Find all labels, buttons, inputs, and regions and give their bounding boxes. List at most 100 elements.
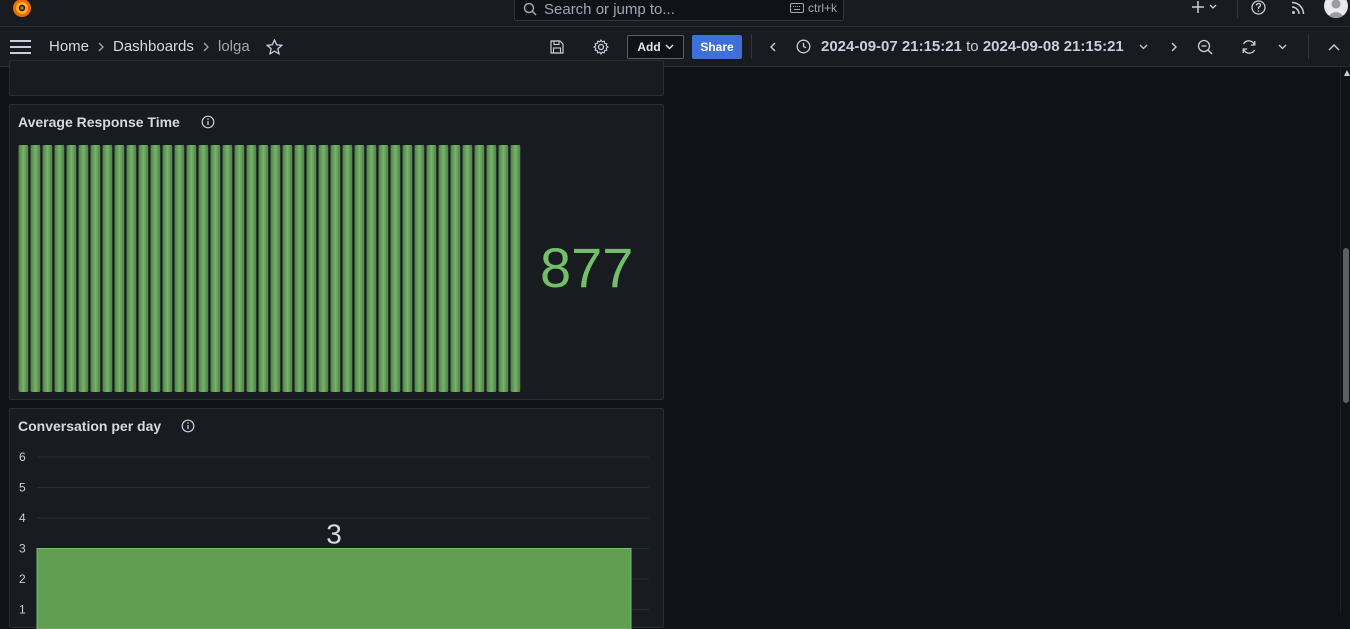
clock-icon <box>796 39 811 54</box>
help-icon[interactable] <box>1251 0 1266 15</box>
stat-bar <box>367 145 377 392</box>
info-icon[interactable] <box>201 115 215 129</box>
stat-bar <box>235 145 245 392</box>
share-button[interactable]: Share <box>692 35 742 59</box>
stat-bar <box>283 145 293 392</box>
chevron-down-icon <box>1139 44 1148 50</box>
time-to: 2024-09-08 21:15:21 <box>983 38 1124 55</box>
stat-bar <box>115 145 125 392</box>
chevron-right-icon <box>97 42 105 52</box>
panel-average-response-time: Average Response Time 877 <box>9 104 664 400</box>
stat-bar-gauge <box>18 145 522 392</box>
search-shortcut: ctrl+k <box>790 1 837 15</box>
star-icon[interactable] <box>266 39 283 55</box>
stat-value: 877 <box>540 235 633 300</box>
stat-bar <box>403 145 413 392</box>
panel-previous <box>9 60 664 96</box>
settings-gear-icon[interactable] <box>593 39 609 55</box>
time-back-chevron-icon[interactable] <box>769 42 777 52</box>
user-avatar[interactable] <box>1324 0 1348 18</box>
collapse-chevron-up-icon[interactable] <box>1328 43 1340 51</box>
stat-bar <box>259 145 269 392</box>
stat-bar <box>199 145 209 392</box>
save-icon[interactable] <box>550 40 564 54</box>
stat-bar <box>391 145 401 392</box>
stat-bar <box>295 145 305 392</box>
stat-bar <box>331 145 341 392</box>
grafana-logo-icon[interactable] <box>10 0 34 20</box>
chevron-down-icon <box>665 44 674 50</box>
divider <box>1237 0 1238 18</box>
add-button[interactable]: Add <box>627 35 684 59</box>
stat-bar <box>139 145 149 392</box>
stat-bar <box>499 145 509 392</box>
y-tick-label: 5 <box>19 481 26 495</box>
stat-bar <box>67 145 77 392</box>
divider <box>1308 34 1309 59</box>
time-from: 2024-09-07 21:15:21 <box>821 38 962 55</box>
stat-bar <box>187 145 197 392</box>
top-bar: Search or jump to... ctrl+k <box>0 0 1350 27</box>
search-placeholder: Search or jump to... <box>544 1 675 18</box>
menu-icon[interactable] <box>10 40 31 54</box>
stat-bar <box>175 145 185 392</box>
refresh-icon[interactable] <box>1241 39 1257 55</box>
stat-bar <box>19 145 29 392</box>
stat-bar <box>427 145 437 392</box>
panel-title[interactable]: Average Response Time <box>18 114 180 130</box>
stat-bar <box>343 145 353 392</box>
stat-bar <box>31 145 41 392</box>
breadcrumb-home[interactable]: Home <box>49 38 89 55</box>
shortcut-label: ctrl+k <box>808 1 837 15</box>
scrollbar-thumb[interactable] <box>1343 248 1349 403</box>
stat-bar <box>127 145 137 392</box>
stat-bar <box>307 145 317 392</box>
stat-bar <box>379 145 389 392</box>
stat-bar <box>319 145 329 392</box>
time-range-label: 2024-09-07 21:15:21 to 2024-09-08 21:15:… <box>821 38 1124 55</box>
stat-bar <box>223 145 233 392</box>
stat-bar <box>463 145 473 392</box>
breadcrumb-current: lolga <box>218 38 250 55</box>
stat-bar <box>163 145 173 392</box>
stat-bar <box>415 145 425 392</box>
y-tick-label: 4 <box>19 511 26 525</box>
chart-bar[interactable] <box>37 549 631 629</box>
time-forward-chevron-icon[interactable] <box>1170 42 1178 52</box>
stat-bar <box>91 145 101 392</box>
new-plus-icon[interactable] <box>1191 0 1221 14</box>
stat-bar <box>475 145 485 392</box>
refresh-interval-chevron-down-icon[interactable] <box>1278 44 1287 50</box>
bar-chart: 1 2 3 4 5 6 3 <box>10 409 665 629</box>
user-icon <box>1324 0 1348 18</box>
scroll-up-arrow-icon[interactable] <box>1344 70 1350 76</box>
stat-bar <box>79 145 89 392</box>
divider <box>751 34 752 59</box>
stat-bar <box>103 145 113 392</box>
stat-bar <box>271 145 281 392</box>
y-tick-label: 3 <box>19 542 26 556</box>
stat-bar <box>151 145 161 392</box>
stat-bar <box>247 145 257 392</box>
y-tick-label: 2 <box>19 572 26 586</box>
keyboard-icon <box>790 3 804 13</box>
stat-bar <box>211 145 221 392</box>
stat-bar <box>439 145 449 392</box>
stat-bar <box>511 145 521 392</box>
stat-bar <box>43 145 53 392</box>
search-icon <box>523 2 537 16</box>
y-tick-label: 1 <box>19 603 26 617</box>
search-input[interactable]: Search or jump to... ctrl+k <box>514 0 844 21</box>
stat-bar <box>355 145 365 392</box>
stat-bar <box>487 145 497 392</box>
breadcrumb-dashboards[interactable]: Dashboards <box>113 38 194 55</box>
panel-conversation-per-day: Conversation per day 1234563 <box>9 408 664 628</box>
news-rss-icon[interactable] <box>1291 1 1305 15</box>
y-tick-label: 6 <box>19 450 26 464</box>
chevron-right-icon <box>202 42 210 52</box>
bar-value-label: 3 <box>326 519 342 550</box>
zoom-out-icon[interactable] <box>1197 39 1213 55</box>
time-to-word: to <box>966 38 979 55</box>
add-label: Add <box>637 40 660 54</box>
stat-bar <box>451 145 461 392</box>
